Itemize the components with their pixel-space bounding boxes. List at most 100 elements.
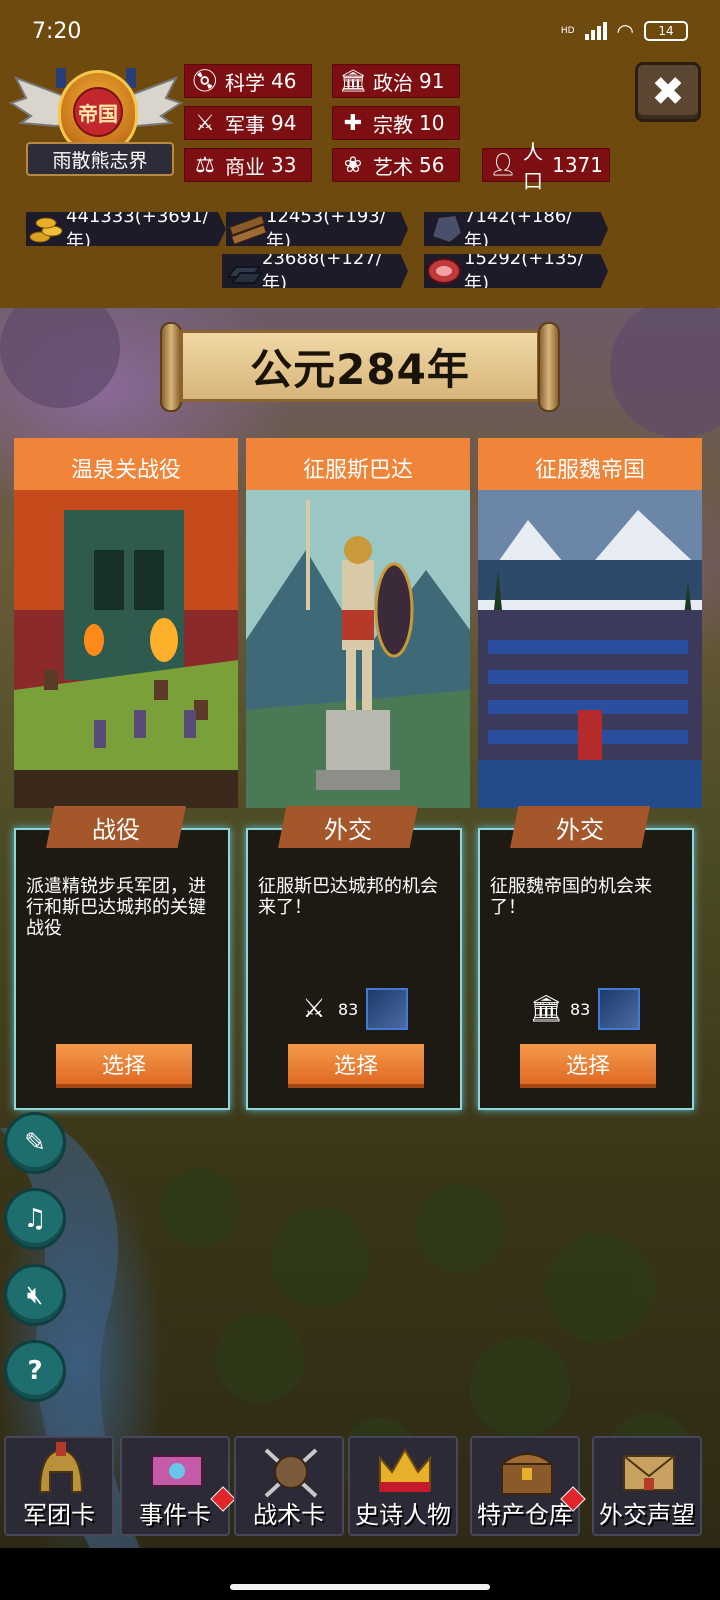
nav-epic-figures[interactable]: 史诗人物	[348, 1436, 458, 1536]
stat-population-label: 人口	[522, 140, 543, 193]
stat-politics[interactable]: 🏛︎ 政治 91	[332, 64, 460, 98]
nav-legion-cards[interactable]: 军团卡	[4, 1436, 114, 1536]
art-icon: ❀	[343, 152, 363, 178]
stat-military[interactable]: ⚔ 军事 94	[184, 106, 312, 140]
resource-stone: 7142(+186/年)	[424, 212, 608, 246]
person-icon: 👤︎	[489, 152, 517, 178]
stat-art-value: 56	[419, 153, 445, 177]
military-icon: ⚔	[302, 994, 326, 1024]
stat-religion[interactable]: ✚ 宗教 10	[332, 106, 460, 140]
home-indicator[interactable]	[230, 1584, 490, 1590]
scroll-roll-left	[160, 322, 182, 412]
card-2-description: 征服斯巴达城邦的机会来了！	[258, 876, 438, 918]
resource-iron-value: 23688(+127/年)	[262, 247, 382, 294]
card-3-image	[478, 490, 702, 808]
stat-religion-label: 宗教	[373, 112, 413, 137]
mute-icon: 🔇︎	[26, 1279, 44, 1310]
shield-swords-icon	[264, 1448, 318, 1498]
nav-tactic-cards-label: 战术卡	[253, 1501, 325, 1529]
nav-specialty-warehouse[interactable]: 特产仓库	[470, 1436, 586, 1536]
year-scroll: 公元284年	[160, 322, 560, 412]
resource-food: 15292(+135/年)	[424, 254, 608, 288]
card-2-title: 征服斯巴达	[246, 438, 470, 522]
resource-food-value: 15292(+135/年)	[464, 247, 584, 294]
helmet-icon	[38, 1442, 84, 1493]
stat-art[interactable]: ❀ 艺术 56	[332, 148, 460, 182]
stat-population-value: 1371	[552, 153, 603, 177]
card-2-image	[246, 490, 470, 808]
religion-icon: ✚	[343, 110, 363, 136]
card-1-select-button[interactable]: 选择	[56, 1044, 192, 1088]
music-toggle-button[interactable]: ♫	[4, 1188, 66, 1250]
nav-legion-cards-label: 军团卡	[23, 1501, 95, 1529]
card-2-requirement-value: 83	[338, 999, 359, 1019]
year-label: 公元284年	[180, 330, 540, 402]
resource-wood: 12453(+193/年)	[226, 212, 408, 246]
card-3-body: 征服魏帝国的机会来了！ 🏛︎ 83 选择	[478, 828, 694, 1110]
card-3-description: 征服魏帝国的机会来了！	[490, 876, 652, 918]
card-1-description: 派遣精锐步兵军团，进行和斯巴达城邦的关键战役	[26, 876, 206, 939]
stat-art-label: 艺术	[373, 154, 413, 179]
meat-icon	[427, 258, 461, 284]
nav-event-cards[interactable]: 事件卡	[120, 1436, 236, 1536]
empire-type: 帝国	[73, 87, 123, 137]
sound-toggle-button[interactable]: 🔇︎	[4, 1264, 66, 1326]
close-button[interactable]: ✖	[635, 62, 701, 122]
scroll-roll-right	[538, 322, 560, 412]
stat-science-label: 科学	[225, 70, 265, 95]
nav-diplomatic-reputation-label: 外交声望	[599, 1501, 695, 1529]
wood-logs-icon	[229, 215, 267, 245]
system-navigation-bar	[0, 1548, 720, 1600]
stat-commerce-value: 33	[271, 153, 297, 177]
card-2-unit-thumbnail[interactable]	[366, 988, 409, 1030]
stat-politics-value: 91	[419, 69, 445, 93]
resource-iron: 23688(+127/年)	[222, 254, 408, 288]
help-icon: ?	[27, 1356, 43, 1386]
card-2-requirement: ⚔ 83	[298, 988, 409, 1030]
resource-wood-value: 12453(+193/年)	[266, 205, 386, 252]
hd-label: HD	[560, 26, 575, 36]
stat-science-value: 46	[271, 69, 297, 93]
iron-ingot-icon	[225, 266, 265, 284]
military-icon: ⚔	[195, 110, 215, 136]
bottom-navigation: 军团卡 事件卡 战术卡 史诗人物 特产仓库 外交声望	[0, 1426, 720, 1548]
empire-name: 雨散熊志界	[26, 142, 174, 176]
log-button[interactable]: ✎	[4, 1112, 66, 1174]
wifi-icon: ◠	[616, 19, 634, 43]
stat-politics-label: 政治	[373, 70, 413, 95]
help-button[interactable]: ?	[4, 1340, 66, 1402]
card-3-title: 征服魏帝国	[478, 438, 702, 522]
stat-commerce[interactable]: ⚖ 商业 33	[184, 148, 312, 182]
music-off-icon: ♫	[23, 1204, 47, 1234]
science-icon: 💿︎	[191, 68, 219, 94]
battery-icon: 14	[644, 21, 688, 41]
nav-diplomatic-reputation[interactable]: 外交声望	[592, 1436, 702, 1536]
nav-tactic-cards[interactable]: 战术卡	[234, 1436, 344, 1536]
battle-scene-illustration	[14, 490, 238, 808]
empire-emblem[interactable]: 帝国 雨散熊志界	[6, 62, 186, 190]
card-2-select-button[interactable]: 选择	[288, 1044, 424, 1088]
stone-icon	[430, 213, 464, 245]
card-3-requirement-value: 83	[570, 999, 591, 1019]
card-1-title: 温泉关战役	[14, 438, 238, 522]
card-3-select-button[interactable]: 选择	[520, 1044, 656, 1088]
card-2-body: 征服斯巴达城邦的机会来了！ ⚔ 83 选择	[246, 828, 462, 1110]
status-icons: HD ◠ 14	[561, 19, 688, 43]
crown-icon	[379, 1448, 431, 1492]
politics-icon: 🏛︎	[529, 994, 563, 1024]
close-icon: ✖	[651, 69, 685, 115]
stat-military-value: 94	[271, 111, 297, 135]
envelope-icon	[623, 1455, 675, 1491]
stat-population[interactable]: 👤︎ 人口 1371	[482, 140, 610, 193]
card-1-body: 派遣精锐步兵军团，进行和斯巴达城邦的关键战役 选择	[14, 828, 230, 1110]
chest-icon	[499, 1453, 555, 1495]
quill-scroll-icon: ✎	[24, 1128, 46, 1158]
wei-army-illustration	[478, 490, 702, 808]
scroll-icon	[151, 1455, 203, 1487]
card-3-unit-thumbnail[interactable]	[598, 988, 641, 1030]
stat-science[interactable]: 💿︎ 科学 46	[184, 64, 312, 98]
status-time: 7:20	[32, 18, 82, 44]
resource-gold-value: 441333(+3691/年)	[66, 205, 209, 252]
resource-gold: 441333(+3691/年)	[26, 212, 226, 246]
politics-icon: 🏛︎	[339, 68, 367, 94]
